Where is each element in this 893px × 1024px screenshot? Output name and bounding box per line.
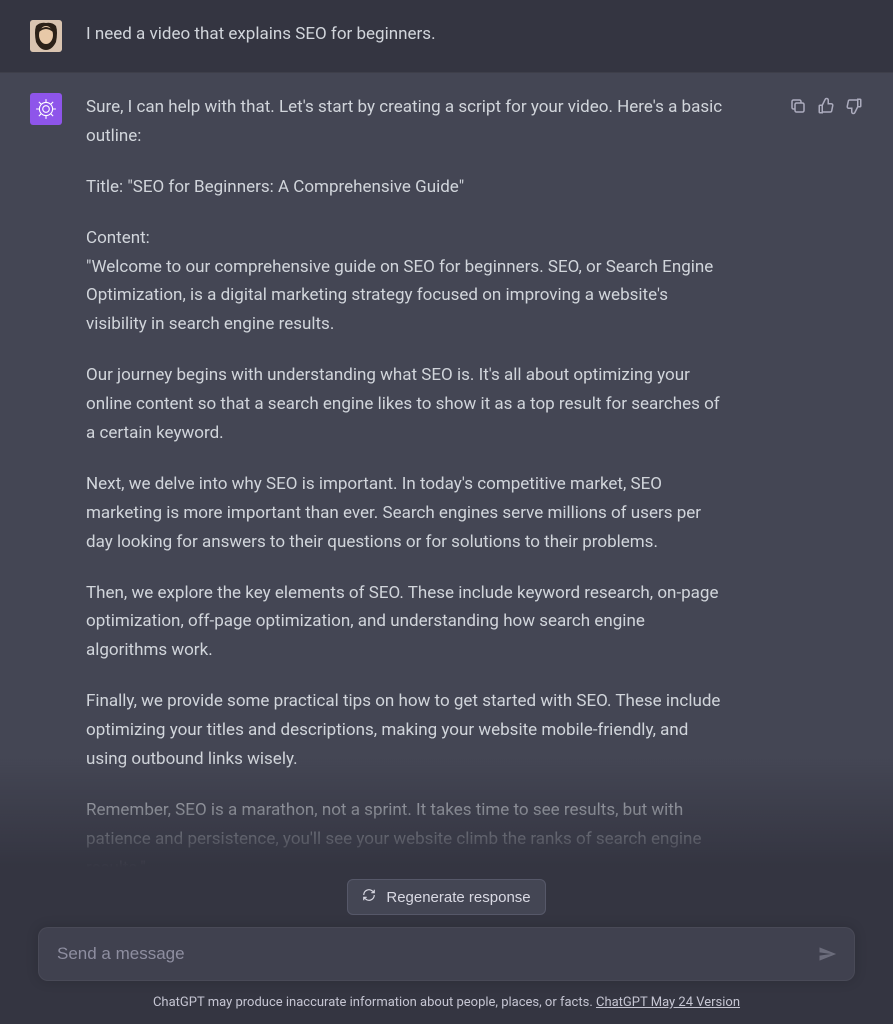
regenerate-button[interactable]: Regenerate response (347, 879, 545, 915)
copy-icon[interactable] (789, 97, 807, 115)
message-actions (789, 93, 863, 879)
footer-version-link[interactable]: ChatGPT May 24 Version (596, 995, 740, 1010)
input-row (38, 927, 855, 981)
bottom-area: Regenerate response ChatGPT may produce … (0, 879, 893, 1024)
user-message-text: I need a video that explains SEO for beg… (86, 20, 863, 52)
thumbs-down-icon[interactable] (845, 97, 863, 115)
assistant-title: Title: "SEO for Beginners: A Comprehensi… (86, 173, 725, 202)
content-label: Content: (86, 228, 150, 248)
assistant-message-row: Sure, I can help with that. Let's start … (0, 73, 893, 879)
refresh-icon (362, 888, 376, 906)
thumbs-up-icon[interactable] (817, 97, 835, 115)
footer-note: ChatGPT may produce inaccurate informati… (38, 995, 855, 1010)
content-p6: Remember, SEO is a marathon, not a sprin… (86, 796, 725, 879)
user-message-row: I need a video that explains SEO for beg… (0, 0, 893, 73)
content-p1: "Welcome to our comprehensive guide on S… (86, 257, 713, 335)
assistant-avatar (30, 93, 62, 125)
assistant-intro: Sure, I can help with that. Let's start … (86, 93, 725, 151)
assistant-message-body: Sure, I can help with that. Let's start … (86, 93, 765, 879)
message-input[interactable] (38, 927, 855, 981)
content-p4: Then, we explore the key elements of SEO… (86, 579, 725, 666)
conversation-scroll[interactable]: I need a video that explains SEO for beg… (0, 0, 893, 879)
content-p5: Finally, we provide some practical tips … (86, 687, 725, 774)
regenerate-label: Regenerate response (386, 889, 530, 906)
content-p2: Our journey begins with understanding wh… (86, 361, 725, 448)
content-p3: Next, we delve into why SEO is important… (86, 470, 725, 557)
send-button[interactable] (813, 940, 841, 968)
assistant-content-block: Content: "Welcome to our comprehensive g… (86, 224, 725, 340)
user-avatar (30, 20, 62, 52)
footer-text: ChatGPT may produce inaccurate informati… (153, 995, 596, 1010)
